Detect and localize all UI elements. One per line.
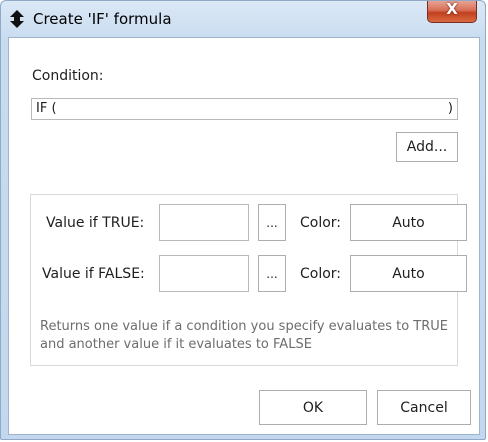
- ok-button[interactable]: OK: [259, 390, 367, 425]
- close-button[interactable]: X: [427, 0, 477, 23]
- true-color-label: Color:: [300, 215, 342, 231]
- condition-label: Condition:: [32, 68, 104, 84]
- cancel-button[interactable]: Cancel: [377, 390, 471, 425]
- close-icon: X: [446, 0, 458, 18]
- value-if-true-input[interactable]: [159, 204, 249, 241]
- condition-prefix: IF (: [36, 101, 57, 116]
- add-button[interactable]: Add...: [396, 132, 458, 162]
- dialog-app-icon: [10, 10, 24, 28]
- value-if-false-input[interactable]: [159, 255, 249, 292]
- false-color-label: Color:: [300, 266, 342, 282]
- false-color-dropdown[interactable]: Auto: [350, 255, 467, 292]
- value-if-false-label: Value if FALSE:: [42, 266, 145, 282]
- dialog-body: Condition: IF ( ) Add... Value if TRUE: …: [8, 37, 480, 435]
- value-if-true-label: Value if TRUE:: [46, 215, 145, 231]
- condition-suffix: ): [447, 101, 453, 116]
- value-if-true-browse-button[interactable]: ...: [258, 204, 286, 241]
- condition-input[interactable]: IF ( ): [31, 98, 458, 120]
- formula-description: Returns one value if a condition you spe…: [40, 319, 449, 352]
- value-if-false-browse-button[interactable]: ...: [258, 255, 286, 292]
- dialog-window: Create 'IF' formula X Condition: IF ( ) …: [0, 0, 486, 440]
- dialog-title: Create 'IF' formula: [33, 10, 172, 28]
- title-bar[interactable]: Create 'IF' formula X: [1, 0, 487, 37]
- true-color-dropdown[interactable]: Auto: [350, 204, 467, 241]
